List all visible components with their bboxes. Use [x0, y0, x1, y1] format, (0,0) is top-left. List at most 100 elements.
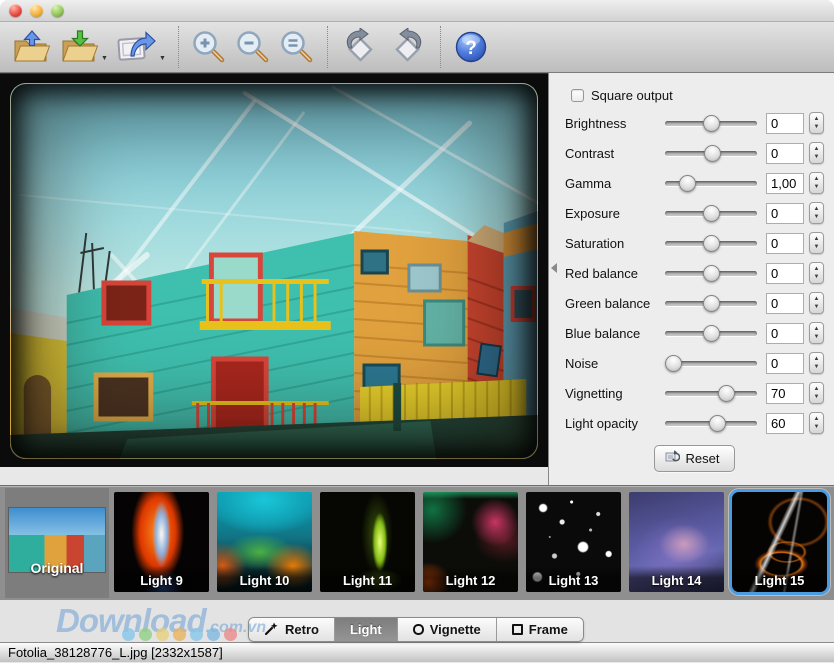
preset-thumbnail-light-13[interactable]: Light 13 [526, 492, 621, 592]
noise-value-field[interactable] [766, 353, 804, 374]
stepper-up-icon[interactable]: ▲ [814, 385, 820, 393]
stepper-up-icon[interactable]: ▲ [814, 145, 820, 153]
green-balance-stepper[interactable]: ▲▼ [809, 292, 824, 314]
stepper-down-icon[interactable]: ▼ [814, 333, 820, 341]
gamma-value-field[interactable] [766, 173, 804, 194]
stepper-down-icon[interactable]: ▼ [814, 213, 820, 221]
vignetting-value-field[interactable] [766, 383, 804, 404]
tab-vignette[interactable]: Vignette [397, 618, 496, 641]
tab-light[interactable]: Light [334, 618, 397, 641]
stepper-up-icon[interactable]: ▲ [814, 235, 820, 243]
stepper-up-icon[interactable]: ▲ [814, 325, 820, 333]
brightness-value-field[interactable] [766, 113, 804, 134]
red-balance-stepper[interactable]: ▲▼ [809, 262, 824, 284]
stepper-down-icon[interactable]: ▼ [814, 303, 820, 311]
gamma-stepper[interactable]: ▲▼ [809, 172, 824, 194]
save-dropdown-arrow-icon[interactable]: ▼ [101, 55, 108, 65]
stepper-down-icon[interactable]: ▼ [814, 393, 820, 401]
gamma-slider[interactable] [665, 181, 757, 186]
stepper-up-icon[interactable]: ▲ [814, 265, 820, 273]
preset-thumbnail-light-10[interactable]: Light 10 [217, 492, 312, 592]
red-balance-slider-knob[interactable] [703, 265, 720, 282]
stepper-up-icon[interactable]: ▲ [814, 175, 820, 183]
exposure-slider[interactable] [665, 211, 757, 216]
exposure-stepper[interactable]: ▲▼ [809, 202, 824, 224]
export-dropdown-arrow-icon[interactable]: ▼ [159, 55, 166, 65]
green-balance-value-field[interactable] [766, 293, 804, 314]
contrast-slider[interactable] [665, 151, 757, 156]
stepper-up-icon[interactable]: ▲ [814, 415, 820, 423]
panel-collapse-handle[interactable] [551, 263, 557, 273]
close-button[interactable] [9, 4, 22, 17]
blue-balance-stepper[interactable]: ▲▼ [809, 322, 824, 344]
saturation-stepper[interactable]: ▲▼ [809, 232, 824, 254]
zoom-in-button[interactable] [187, 27, 231, 67]
light-opacity-value-field[interactable] [766, 413, 804, 434]
save-folder-icon [60, 29, 100, 65]
blue-balance-value-field[interactable] [766, 323, 804, 344]
zoom-actual-size-button[interactable] [275, 27, 319, 67]
light-opacity-stepper[interactable]: ▲▼ [809, 412, 824, 434]
contrast-value-field[interactable] [766, 143, 804, 164]
minimize-button[interactable] [30, 4, 43, 17]
vignetting-stepper[interactable]: ▲▼ [809, 382, 824, 404]
red-balance-value-field[interactable] [766, 263, 804, 284]
title-bar[interactable] [0, 0, 834, 22]
preset-thumbnail-light-11[interactable]: Light 11 [320, 492, 415, 592]
checkbox-box-icon[interactable] [571, 89, 584, 102]
tab-frame[interactable]: Frame [496, 618, 583, 641]
noise-slider[interactable] [665, 361, 757, 366]
green-balance-slider-knob[interactable] [703, 295, 720, 312]
contrast-slider-knob[interactable] [704, 145, 721, 162]
zoom-window-button[interactable] [51, 4, 64, 17]
stepper-down-icon[interactable]: ▼ [814, 153, 820, 161]
stepper-up-icon[interactable]: ▲ [814, 295, 820, 303]
preset-thumbnail-light-9[interactable]: Light 9 [114, 492, 209, 592]
square-output-checkbox[interactable]: Square output [571, 83, 824, 108]
gamma-slider-knob[interactable] [679, 175, 696, 192]
noise-slider-knob[interactable] [665, 355, 682, 372]
blue-balance-slider[interactable] [665, 331, 757, 336]
blue-balance-slider-knob[interactable] [703, 325, 720, 342]
stepper-up-icon[interactable]: ▲ [814, 205, 820, 213]
photo-canvas[interactable] [0, 73, 548, 467]
help-button[interactable]: ? [449, 27, 493, 67]
reset-button[interactable]: Reset [654, 445, 736, 472]
brightness-slider-knob[interactable] [703, 115, 720, 132]
preset-thumbnail-light-12[interactable]: Light 12 [423, 492, 518, 592]
exposure-value-field[interactable] [766, 203, 804, 224]
reset-label: Reset [686, 451, 720, 466]
light-opacity-slider[interactable] [665, 421, 757, 426]
rotate-right-button[interactable] [384, 26, 432, 68]
saturation-slider[interactable] [665, 241, 757, 246]
open-button[interactable] [8, 27, 56, 67]
stepper-down-icon[interactable]: ▼ [814, 363, 820, 371]
stepper-down-icon[interactable]: ▼ [814, 423, 820, 431]
save-button[interactable]: ▼ [56, 27, 112, 67]
stepper-down-icon[interactable]: ▼ [814, 123, 820, 131]
saturation-slider-knob[interactable] [703, 235, 720, 252]
brightness-slider[interactable] [665, 121, 757, 126]
vignetting-slider-knob[interactable] [718, 385, 735, 402]
tab-retro[interactable]: Retro [249, 618, 334, 641]
rotate-left-button[interactable] [336, 26, 384, 68]
contrast-stepper[interactable]: ▲▼ [809, 142, 824, 164]
light-opacity-slider-knob[interactable] [709, 415, 726, 432]
red-balance-slider[interactable] [665, 271, 757, 276]
stepper-down-icon[interactable]: ▼ [814, 183, 820, 191]
exposure-slider-knob[interactable] [703, 205, 720, 222]
stepper-up-icon[interactable]: ▲ [814, 115, 820, 123]
brightness-stepper[interactable]: ▲▼ [809, 112, 824, 134]
preset-thumbnail-light-15-selected[interactable]: Light 15 [732, 492, 827, 592]
stepper-up-icon[interactable]: ▲ [814, 355, 820, 363]
stepper-down-icon[interactable]: ▼ [814, 273, 820, 281]
zoom-out-button[interactable] [231, 27, 275, 67]
saturation-value-field[interactable] [766, 233, 804, 254]
export-button[interactable]: ▼ [112, 27, 170, 67]
stepper-down-icon[interactable]: ▼ [814, 243, 820, 251]
original-thumbnail-panel[interactable]: Original [5, 488, 109, 598]
green-balance-slider[interactable] [665, 301, 757, 306]
vignetting-slider[interactable] [665, 391, 757, 396]
preset-thumbnail-light-14[interactable]: Light 14 [629, 492, 724, 592]
noise-stepper[interactable]: ▲▼ [809, 352, 824, 374]
